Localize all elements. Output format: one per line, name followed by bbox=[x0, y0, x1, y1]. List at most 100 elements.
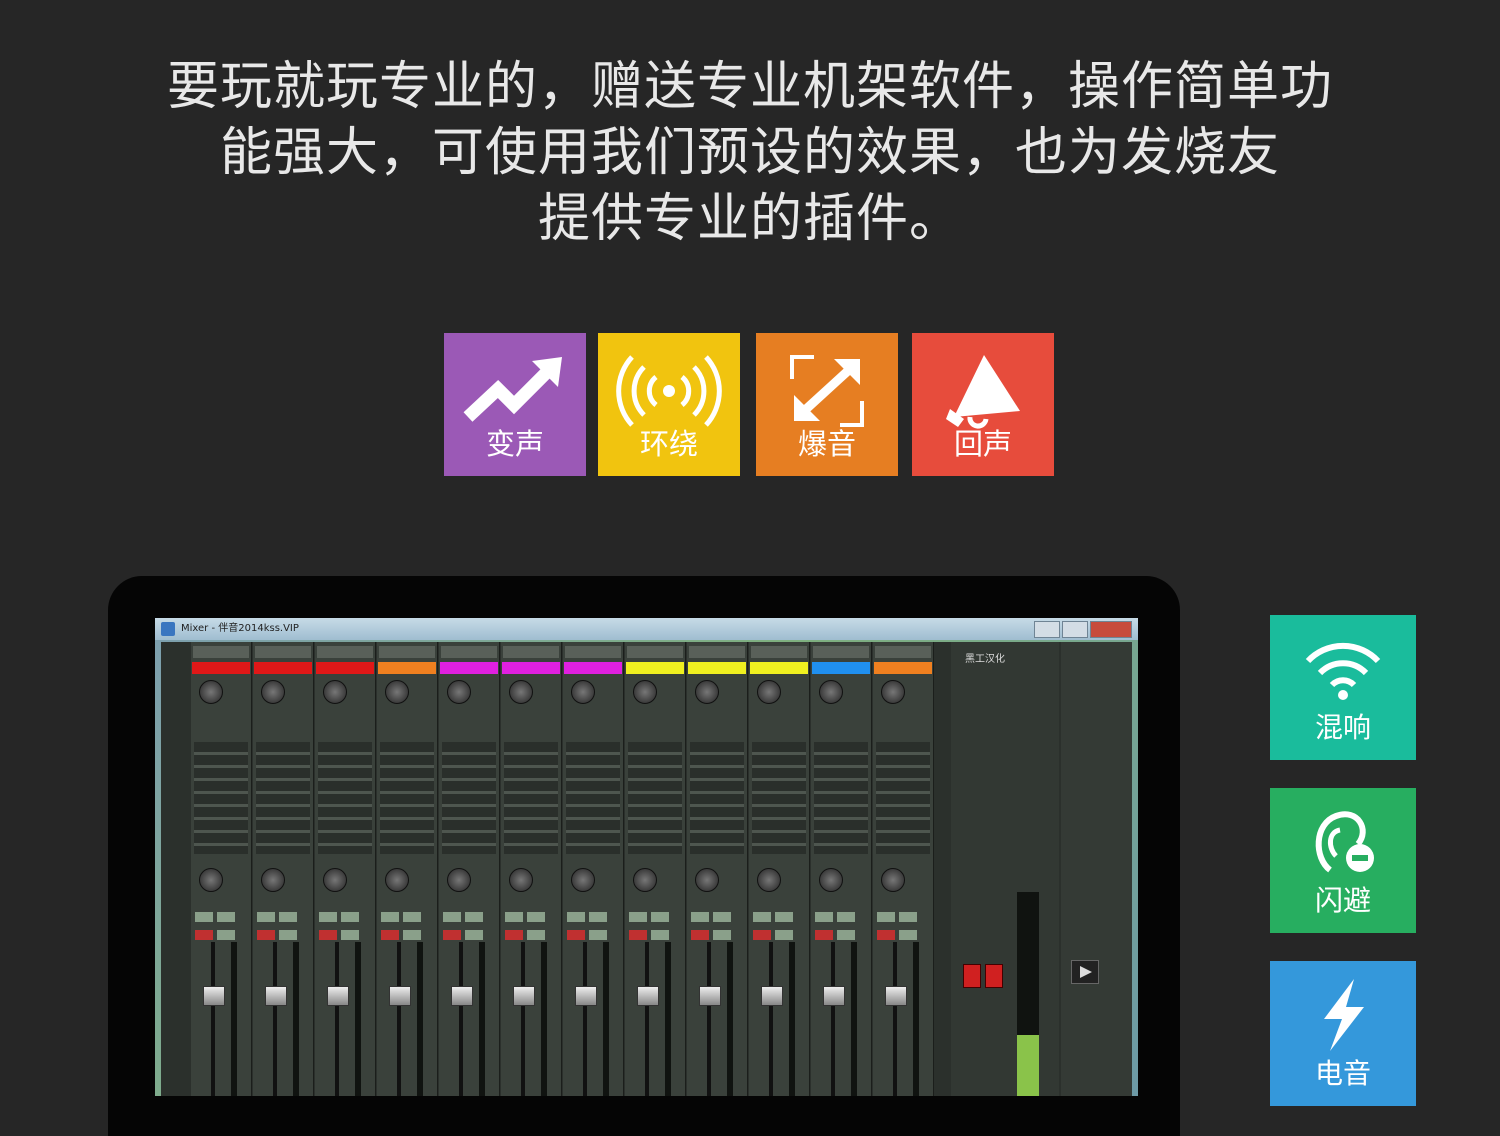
channel-button[interactable] bbox=[403, 912, 421, 922]
channel-button[interactable] bbox=[877, 912, 895, 922]
channel-button[interactable] bbox=[629, 930, 647, 940]
channel-button[interactable] bbox=[899, 912, 917, 922]
channel-button[interactable] bbox=[753, 930, 771, 940]
channel-button[interactable] bbox=[775, 912, 793, 922]
channel-button[interactable] bbox=[319, 912, 337, 922]
channel-button[interactable] bbox=[691, 930, 709, 940]
channel-button[interactable] bbox=[505, 930, 523, 940]
pan-knob[interactable] bbox=[199, 868, 223, 892]
channel-button[interactable] bbox=[527, 930, 545, 940]
channel-fader[interactable] bbox=[823, 986, 845, 1006]
channel-button[interactable] bbox=[257, 930, 275, 940]
channel-button[interactable] bbox=[651, 930, 669, 940]
gain-knob[interactable] bbox=[819, 680, 843, 704]
channel-button[interactable] bbox=[877, 930, 895, 940]
effect-label: 混响 bbox=[1314, 711, 1371, 744]
channel-button[interactable] bbox=[567, 930, 585, 940]
channel-button[interactable] bbox=[589, 930, 607, 940]
channel-button[interactable] bbox=[217, 930, 235, 940]
channel-button[interactable] bbox=[589, 912, 607, 922]
channel-button[interactable] bbox=[651, 912, 669, 922]
pan-knob[interactable] bbox=[447, 868, 471, 892]
channel-button[interactable] bbox=[629, 912, 647, 922]
channel-button[interactable] bbox=[319, 930, 337, 940]
channel-button[interactable] bbox=[899, 930, 917, 940]
gain-knob[interactable] bbox=[757, 680, 781, 704]
channel-button[interactable] bbox=[837, 930, 855, 940]
master-fader-left[interactable] bbox=[963, 964, 981, 988]
channel-fader[interactable] bbox=[203, 986, 225, 1006]
channel-button[interactable] bbox=[341, 930, 359, 940]
channel-fader[interactable] bbox=[575, 986, 597, 1006]
effect-tile-surround[interactable]: 环绕 bbox=[598, 333, 740, 476]
gain-knob[interactable] bbox=[695, 680, 719, 704]
channel-button[interactable] bbox=[691, 912, 709, 922]
master-fader-right[interactable] bbox=[985, 964, 1003, 988]
channel-button[interactable] bbox=[465, 930, 483, 940]
channel-button[interactable] bbox=[195, 912, 213, 922]
effect-tile-electro[interactable]: 电音 bbox=[1270, 961, 1416, 1106]
effect-tile-echo[interactable]: 回声 bbox=[912, 333, 1054, 476]
pan-knob[interactable] bbox=[695, 868, 719, 892]
channel-fader[interactable] bbox=[389, 986, 411, 1006]
pan-knob[interactable] bbox=[819, 868, 843, 892]
channel-button[interactable] bbox=[815, 930, 833, 940]
play-icon[interactable] bbox=[1071, 960, 1099, 984]
channel-button[interactable] bbox=[341, 912, 359, 922]
effect-tile-voice-change[interactable]: 变声 bbox=[444, 333, 586, 476]
pan-knob[interactable] bbox=[509, 868, 533, 892]
channel-button[interactable] bbox=[381, 930, 399, 940]
pan-knob[interactable] bbox=[757, 868, 781, 892]
channel-button[interactable] bbox=[713, 912, 731, 922]
gain-knob[interactable] bbox=[509, 680, 533, 704]
channel-button[interactable] bbox=[837, 912, 855, 922]
channel-button[interactable] bbox=[505, 912, 523, 922]
channel-fader[interactable] bbox=[885, 986, 907, 1006]
gain-knob[interactable] bbox=[447, 680, 471, 704]
channel-button[interactable] bbox=[815, 912, 833, 922]
level-meter bbox=[603, 942, 609, 1096]
channel-button[interactable] bbox=[775, 930, 793, 940]
channel-button[interactable] bbox=[465, 912, 483, 922]
pan-knob[interactable] bbox=[323, 868, 347, 892]
gain-knob[interactable] bbox=[261, 680, 285, 704]
channel-fader[interactable] bbox=[699, 986, 721, 1006]
channel-fader[interactable] bbox=[265, 986, 287, 1006]
pan-knob[interactable] bbox=[571, 868, 595, 892]
channel-button[interactable] bbox=[279, 930, 297, 940]
pan-knob[interactable] bbox=[261, 868, 285, 892]
close-button[interactable] bbox=[1090, 621, 1132, 638]
gain-knob[interactable] bbox=[633, 680, 657, 704]
fader-track bbox=[645, 942, 649, 1096]
effect-tile-ducking[interactable]: 闪避 bbox=[1270, 788, 1416, 933]
channel-button[interactable] bbox=[279, 912, 297, 922]
channel-fader[interactable] bbox=[637, 986, 659, 1006]
channel-fader[interactable] bbox=[513, 986, 535, 1006]
channel-button[interactable] bbox=[195, 930, 213, 940]
effect-tile-reverb[interactable]: 混响 bbox=[1270, 615, 1416, 760]
gain-knob[interactable] bbox=[881, 680, 905, 704]
pan-knob[interactable] bbox=[385, 868, 409, 892]
channel-button[interactable] bbox=[403, 930, 421, 940]
channel-button[interactable] bbox=[217, 912, 235, 922]
gain-knob[interactable] bbox=[385, 680, 409, 704]
channel-button[interactable] bbox=[753, 912, 771, 922]
channel-button[interactable] bbox=[257, 912, 275, 922]
pan-knob[interactable] bbox=[881, 868, 905, 892]
channel-button[interactable] bbox=[443, 930, 461, 940]
channel-button[interactable] bbox=[443, 912, 461, 922]
gain-knob[interactable] bbox=[571, 680, 595, 704]
maximize-button[interactable] bbox=[1062, 621, 1088, 638]
channel-button[interactable] bbox=[381, 912, 399, 922]
channel-fader[interactable] bbox=[327, 986, 349, 1006]
channel-button[interactable] bbox=[713, 930, 731, 940]
minimize-button[interactable] bbox=[1034, 621, 1060, 638]
channel-button[interactable] bbox=[527, 912, 545, 922]
pan-knob[interactable] bbox=[633, 868, 657, 892]
gain-knob[interactable] bbox=[199, 680, 223, 704]
channel-button[interactable] bbox=[567, 912, 585, 922]
channel-fader[interactable] bbox=[761, 986, 783, 1006]
channel-fader[interactable] bbox=[451, 986, 473, 1006]
gain-knob[interactable] bbox=[323, 680, 347, 704]
effect-tile-distortion[interactable]: 爆音 bbox=[756, 333, 898, 476]
